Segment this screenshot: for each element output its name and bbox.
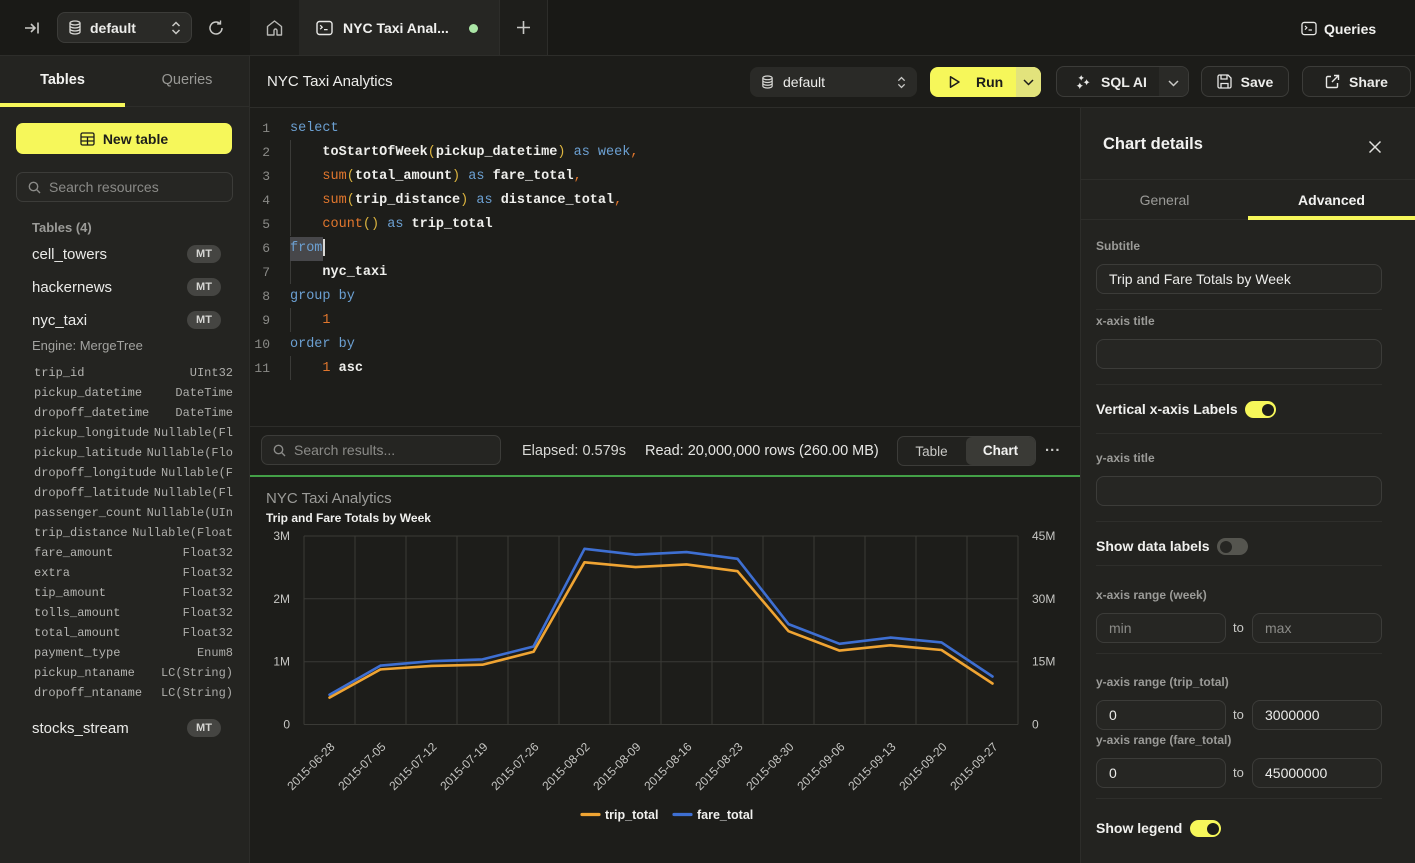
svg-text:2015-07-19: 2015-07-19 (437, 739, 491, 793)
svg-text:2015-09-06: 2015-09-06 (794, 739, 848, 793)
svg-text:0: 0 (283, 718, 290, 732)
svg-text:2015-07-05: 2015-07-05 (335, 739, 389, 793)
svg-text:2015-09-20: 2015-09-20 (896, 739, 950, 793)
svg-text:2015-07-26: 2015-07-26 (488, 739, 542, 793)
svg-text:2015-06-28: 2015-06-28 (284, 739, 338, 793)
svg-text:30M: 30M (1032, 592, 1055, 606)
svg-text:1M: 1M (273, 655, 290, 669)
svg-text:15M: 15M (1032, 655, 1055, 669)
svg-text:2015-07-12: 2015-07-12 (386, 739, 440, 793)
svg-text:trip_total: trip_total (605, 808, 658, 822)
svg-text:2M: 2M (273, 592, 290, 606)
svg-text:2015-08-30: 2015-08-30 (743, 739, 797, 793)
svg-text:45M: 45M (1032, 529, 1055, 543)
svg-text:2015-08-16: 2015-08-16 (641, 739, 695, 793)
svg-text:2015-08-09: 2015-08-09 (590, 739, 644, 793)
svg-text:fare_total: fare_total (697, 808, 753, 822)
svg-text:2015-08-23: 2015-08-23 (692, 739, 746, 793)
svg-text:2015-09-13: 2015-09-13 (845, 739, 899, 793)
svg-text:2015-09-27: 2015-09-27 (947, 739, 1001, 793)
svg-text:0: 0 (1032, 718, 1039, 732)
svg-text:2015-08-02: 2015-08-02 (539, 739, 593, 793)
svg-text:3M: 3M (273, 529, 290, 543)
